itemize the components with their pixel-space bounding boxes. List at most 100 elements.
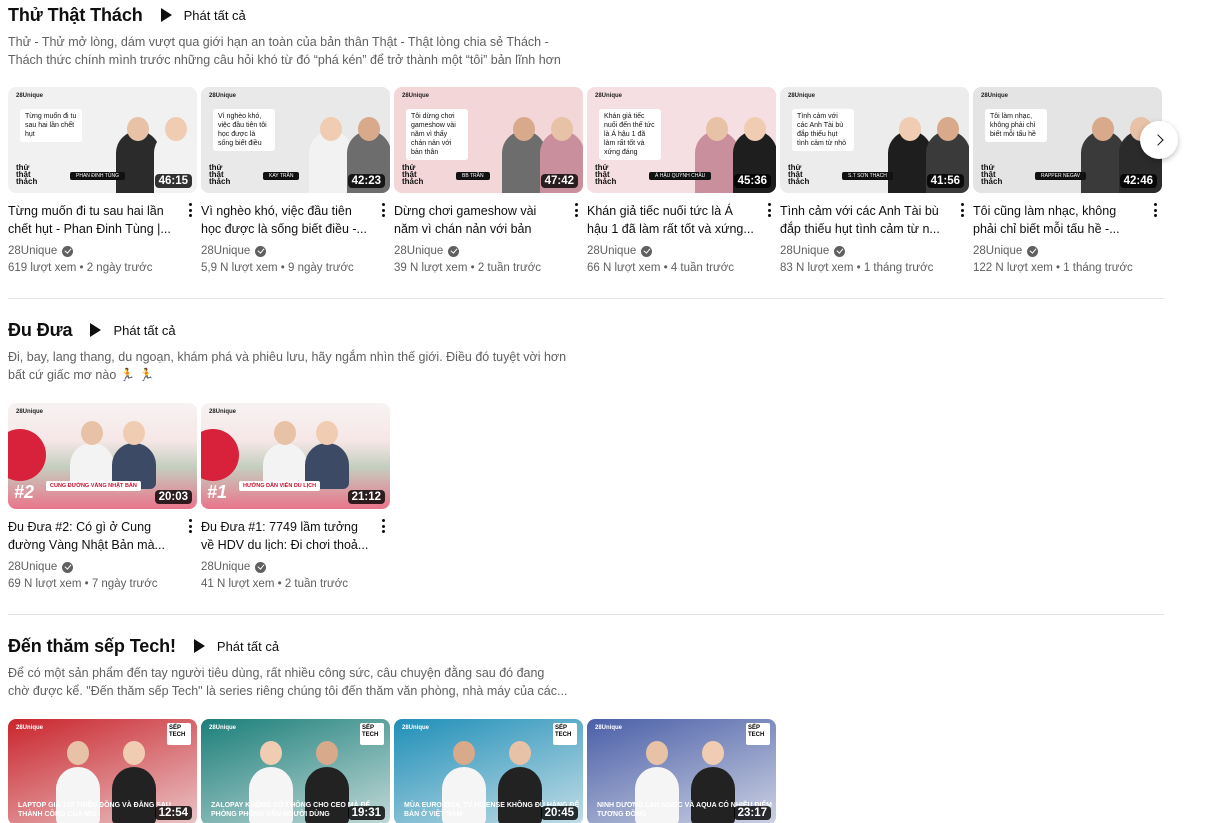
- video-thumbnail[interactable]: 28Unique Tôi làm nhạc, không phải chỉ biế…: [973, 87, 1162, 193]
- video-thumbnail[interactable]: 28Unique SẾP TECH MÙA EURO 2024, TV HISENS…: [394, 719, 583, 823]
- video-thumbnail[interactable]: 28Unique Tình cảm với các Anh Tài bù đắp …: [780, 87, 969, 193]
- section-description: Để có một sản phẩm đến tay người tiêu dù…: [8, 666, 568, 698]
- video-thumbnail[interactable]: 28Unique Vì nghèo khó, việc đầu tiên tôi …: [201, 87, 390, 193]
- play-all-button[interactable]: Phát tất cả: [193, 639, 279, 654]
- brand-logo: 28Unique: [209, 725, 237, 731]
- person-head: [123, 421, 145, 445]
- video-thumbnail[interactable]: 28Unique SẾP TECH NINH DƯƠNG LAN NGỌC VÀ A…: [587, 719, 776, 823]
- thumbnail-quote: Khán giả tiếc nuối đến thế tức là Á hậu …: [599, 109, 661, 160]
- section-title[interactable]: Đu Đưa: [8, 320, 73, 341]
- video-card[interactable]: 28Unique Vì nghèo khó, việc đầu tiên tôi …: [201, 87, 390, 274]
- video-title[interactable]: Đu Đưa #1: 7749 lầm tưởng về HDV du lịch…: [201, 518, 369, 554]
- channel-label: 28Unique: [587, 245, 637, 257]
- video-stats: 122 N lượt xem • 1 tháng trước: [973, 262, 1133, 274]
- person-head: [127, 117, 149, 141]
- channel-name[interactable]: 28Unique: [201, 245, 390, 257]
- video-thumbnail[interactable]: 28Unique SẾP TECH ZALOPAY KHÔNG CÓ PHÒNG C…: [201, 719, 390, 823]
- video-row: 28Unique Từng muốn đi tu sau hai lần chết…: [8, 87, 1162, 274]
- channel-label: 28Unique: [201, 245, 251, 257]
- play-all-button[interactable]: Phát tất cả: [160, 8, 246, 23]
- video-card[interactable]: 28Unique SẾP TECH LAPTOP GIÁ 150 TRIỆU ĐỒN…: [8, 719, 197, 823]
- next-button[interactable]: [1140, 121, 1178, 159]
- video-card[interactable]: 28Unique Tôi làm nhạc, không phải chỉ biế…: [973, 87, 1162, 274]
- brand-logo: 28Unique: [16, 725, 44, 731]
- person-head: [358, 117, 380, 141]
- section-du-dua: Đu Đưa Phát tất cả Đi, bay, lang thang, …: [8, 317, 1164, 384]
- video-thumbnail[interactable]: 28Unique SẾP TECH LAPTOP GIÁ 150 TRIỆU ĐỒN…: [8, 719, 197, 823]
- video-thumbnail[interactable]: 28Unique HƯỚNG DẪN VIÊN DU LỊCH #1 21:12: [201, 403, 390, 509]
- thumbnail-quote: Tôi dừng chơi gameshow vài năm vì thấy c…: [406, 109, 468, 160]
- person-head: [706, 117, 728, 141]
- video-title[interactable]: Vì nghèo khó, việc đầu tiên học được là …: [201, 202, 369, 238]
- person-head: [1092, 117, 1114, 141]
- person-head: [646, 741, 668, 765]
- video-card[interactable]: 28Unique CUNG ĐƯỜNG VÀNG NHẬT BẢN #2 20:03 Đ…: [8, 403, 197, 590]
- divider: [8, 298, 1164, 299]
- brand-logo: 28Unique: [402, 725, 430, 731]
- video-duration: 12:54: [154, 806, 192, 820]
- video-meta: Đu Đưa #1: 7749 lầm tưởng về HDV du lịch…: [201, 518, 390, 554]
- video-meta: Tình cảm với các Anh Tài bù đắp thiếu hụ…: [780, 202, 969, 238]
- show-logo: thử thật thách: [16, 163, 38, 186]
- channel-label: 28Unique: [973, 245, 1023, 257]
- person-head: [320, 117, 342, 141]
- video-stats: 41 N lượt xem • 2 tuần trước: [201, 578, 348, 590]
- channel-name[interactable]: 28Unique: [394, 245, 583, 257]
- sep-tech-logo: SẾP TECH: [553, 723, 577, 745]
- video-title[interactable]: Khán giả tiếc nuối tức là Á hậu 1 đã làm…: [587, 202, 755, 238]
- person-head: [509, 741, 531, 765]
- more-options-icon[interactable]: [187, 203, 193, 217]
- video-card[interactable]: 28Unique Khán giả tiếc nuối đến thế tức l…: [587, 87, 776, 274]
- more-options-icon[interactable]: [187, 519, 193, 533]
- video-card[interactable]: 28Unique SẾP TECH ZALOPAY KHÔNG CÓ PHÒNG C…: [201, 719, 390, 823]
- more-options-icon[interactable]: [380, 203, 386, 217]
- channel-name[interactable]: 28Unique: [201, 561, 390, 573]
- more-options-icon[interactable]: [1152, 203, 1158, 217]
- video-thumbnail[interactable]: 28Unique Tôi dừng chơi gameshow vài năm v…: [394, 87, 583, 193]
- video-meta: Vì nghèo khó, việc đầu tiên học được là …: [201, 202, 390, 238]
- video-meta: Tôi cũng làm nhạc, không phải chỉ biết m…: [973, 202, 1162, 238]
- video-thumbnail[interactable]: 28Unique Từng muốn đi tu sau hai lần chết…: [8, 87, 197, 193]
- video-duration: 42:46: [1119, 174, 1157, 188]
- video-meta: Khán giả tiếc nuối tức là Á hậu 1 đã làm…: [587, 202, 776, 238]
- video-card[interactable]: 28Unique Tình cảm với các Anh Tài bù đắp …: [780, 87, 969, 274]
- video-title[interactable]: Tôi cũng làm nhạc, không phải chỉ biết m…: [973, 202, 1141, 238]
- video-title[interactable]: Dừng chơi gameshow vài năm vì chán nản v…: [394, 202, 562, 238]
- channel-name[interactable]: 28Unique: [780, 245, 969, 257]
- section-description: Thử - Thử mở lòng, dám vượt qua giới hạn…: [8, 35, 561, 67]
- channel-name[interactable]: 28Unique: [587, 245, 776, 257]
- section-title[interactable]: Thử Thật Thách: [8, 5, 143, 26]
- video-title[interactable]: Từng muốn đi tu sau hai lần chết hụt - P…: [8, 202, 176, 238]
- more-options-icon[interactable]: [573, 203, 579, 217]
- video-card[interactable]: 28Unique SẾP TECH MÙA EURO 2024, TV HISENS…: [394, 719, 583, 823]
- verified-badge-icon: [62, 561, 74, 573]
- show-logo: thử thật thách: [209, 163, 231, 186]
- person-head: [81, 421, 103, 445]
- brand-logo: 28Unique: [209, 409, 237, 415]
- channel-name[interactable]: 28Unique: [8, 245, 197, 257]
- verified-badge-icon: [255, 561, 267, 573]
- section-title[interactable]: Đến thăm sếp Tech!: [8, 636, 176, 657]
- play-all-button[interactable]: Phát tất cả: [90, 323, 176, 338]
- video-title[interactable]: Đu Đưa #2: Có gì ở Cung đường Vàng Nhật …: [8, 518, 176, 554]
- more-options-icon[interactable]: [959, 203, 965, 217]
- brand-logo: 28Unique: [595, 93, 623, 99]
- episode-number: #2: [14, 482, 35, 502]
- video-card[interactable]: 28Unique Từng muốn đi tu sau hai lần chết…: [8, 87, 197, 274]
- channel-name[interactable]: 28Unique: [973, 245, 1162, 257]
- video-duration: 23:17: [733, 806, 771, 820]
- more-options-icon[interactable]: [380, 519, 386, 533]
- video-thumbnail[interactable]: 28Unique Khán giả tiếc nuối đến thế tức l…: [587, 87, 776, 193]
- person-head: [316, 421, 338, 445]
- play-icon: [160, 8, 172, 22]
- video-card[interactable]: 28Unique Tôi dừng chơi gameshow vài năm v…: [394, 87, 583, 274]
- video-card[interactable]: 28Unique HƯỚNG DẪN VIÊN DU LỊCH #1 21:12 Đu …: [201, 403, 390, 590]
- video-duration: 45:36: [733, 174, 771, 188]
- video-thumbnail[interactable]: 28Unique CUNG ĐƯỜNG VÀNG NHẬT BẢN #2 20:03: [8, 403, 197, 509]
- more-options-icon[interactable]: [766, 203, 772, 217]
- video-title[interactable]: Tình cảm với các Anh Tài bù đắp thiếu hụ…: [780, 202, 948, 238]
- video-card[interactable]: 28Unique SẾP TECH NINH DƯƠNG LAN NGỌC VÀ A…: [587, 719, 776, 823]
- channel-name[interactable]: 28Unique: [8, 561, 197, 573]
- person-head: [453, 741, 475, 765]
- person-head: [260, 741, 282, 765]
